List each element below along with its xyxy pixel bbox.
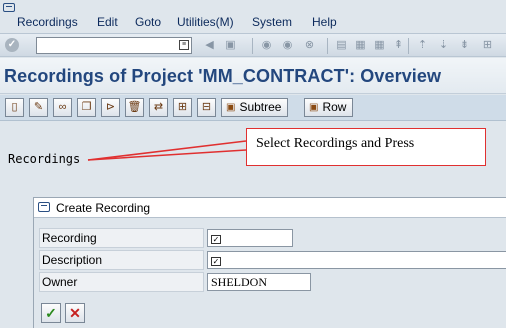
find-icon[interactable]: ▦: [354, 39, 367, 52]
back-icon[interactable]: ◉: [260, 39, 273, 52]
window-menu-icon[interactable]: [3, 3, 15, 12]
subtree-button[interactable]: ▣ Subtree: [221, 98, 289, 117]
description-label: Description: [39, 250, 204, 270]
recording-label: Recording: [39, 228, 204, 248]
collapse-icon[interactable]: ⊟: [197, 98, 216, 117]
toolbar-separator: [252, 38, 253, 54]
exit-icon[interactable]: ◉: [281, 39, 294, 52]
menu-system[interactable]: System: [252, 15, 292, 29]
cancel-icon[interactable]: ⊗: [303, 39, 316, 52]
row-button[interactable]: ▣ Row: [304, 98, 354, 117]
menu-bar: Recordings Edit Goto Utilities(M) System…: [0, 0, 506, 31]
standard-toolbar: ✓ ≡ ◀ ▣ ◉ ◉ ⊗ ▤ ▦ ▦ ⇞ ⇡ ⇣ ⇟ ⊞: [0, 33, 506, 57]
create-icon[interactable]: ▯: [5, 98, 24, 117]
create-recording-dialog: Create Recording Recording ✓ Description…: [33, 197, 506, 328]
enter-icon[interactable]: ✓: [5, 38, 19, 52]
last-page-icon[interactable]: ⇟: [458, 39, 471, 52]
execute-icon[interactable]: ⊳: [101, 98, 120, 117]
description-field[interactable]: ✓: [207, 251, 506, 269]
owner-row: Owner SHELDON: [39, 272, 506, 292]
toolbar-separator: [408, 38, 409, 54]
description-row: Description ✓: [39, 250, 506, 270]
application-toolbar: ▯ ✎ ∞ ❐ ⊳ 🗑 ⇄ ⊞ ⊟ ▣ Subtree ▣ Row: [0, 95, 506, 121]
command-field[interactable]: ≡: [36, 37, 192, 54]
page-title: Recordings of Project 'MM_CONTRACT': Ove…: [4, 66, 442, 86]
menu-help[interactable]: Help: [312, 15, 337, 29]
back-arrow-icon[interactable]: ◀: [203, 39, 216, 52]
command-input[interactable]: [37, 38, 175, 54]
row-icon: ▣: [309, 102, 319, 113]
save-icon[interactable]: ▣: [224, 39, 237, 52]
owner-label: Owner: [39, 272, 204, 292]
cancel-button[interactable]: ✕: [65, 303, 85, 323]
menu-utilities[interactable]: Utilities(M): [177, 15, 234, 29]
recordings-tree-label[interactable]: Recordings: [8, 152, 80, 166]
copy-icon[interactable]: ❐: [77, 98, 96, 117]
toolbar-separator: [327, 38, 328, 54]
change-icon[interactable]: ✎: [29, 98, 48, 117]
new-session-icon[interactable]: ⊞: [481, 39, 494, 52]
title-bar: Recordings of Project 'MM_CONTRACT': Ove…: [0, 58, 506, 94]
row-label: Row: [322, 100, 347, 114]
expand-icon[interactable]: ⊞: [173, 98, 192, 117]
owner-field[interactable]: SHELDON: [207, 273, 311, 291]
dialog-title: Create Recording: [56, 201, 151, 215]
dialog-title-bar: Create Recording: [34, 198, 506, 218]
subtree-label: Subtree: [239, 100, 282, 114]
previous-page-icon[interactable]: ⇡: [416, 39, 429, 52]
next-page-icon[interactable]: ⇣: [437, 39, 450, 52]
recording-field[interactable]: ✓: [207, 229, 293, 247]
transport-icon[interactable]: ⇄: [149, 98, 168, 117]
subtree-icon: ▣: [226, 102, 236, 113]
print-icon[interactable]: ▤: [335, 39, 348, 52]
display-icon[interactable]: ∞: [53, 98, 72, 117]
delete-icon[interactable]: 🗑: [125, 98, 144, 117]
first-page-icon[interactable]: ⇞: [392, 39, 405, 52]
recording-row: Recording ✓: [39, 228, 506, 248]
required-icon: ✓: [211, 257, 221, 266]
confirm-button[interactable]: ✓: [41, 303, 61, 323]
dialog-window-icon: [38, 202, 50, 212]
menu-edit[interactable]: Edit: [97, 15, 118, 29]
callout-box: Select Recordings and Press: [246, 128, 486, 166]
menu-goto[interactable]: Goto: [135, 15, 161, 29]
callout-text: Select Recordings and Press: [256, 136, 415, 151]
command-history-icon[interactable]: ≡: [179, 40, 189, 50]
menu-recordings[interactable]: Recordings: [17, 15, 78, 29]
find-next-icon[interactable]: ▦: [373, 39, 386, 52]
required-icon: ✓: [211, 235, 221, 244]
